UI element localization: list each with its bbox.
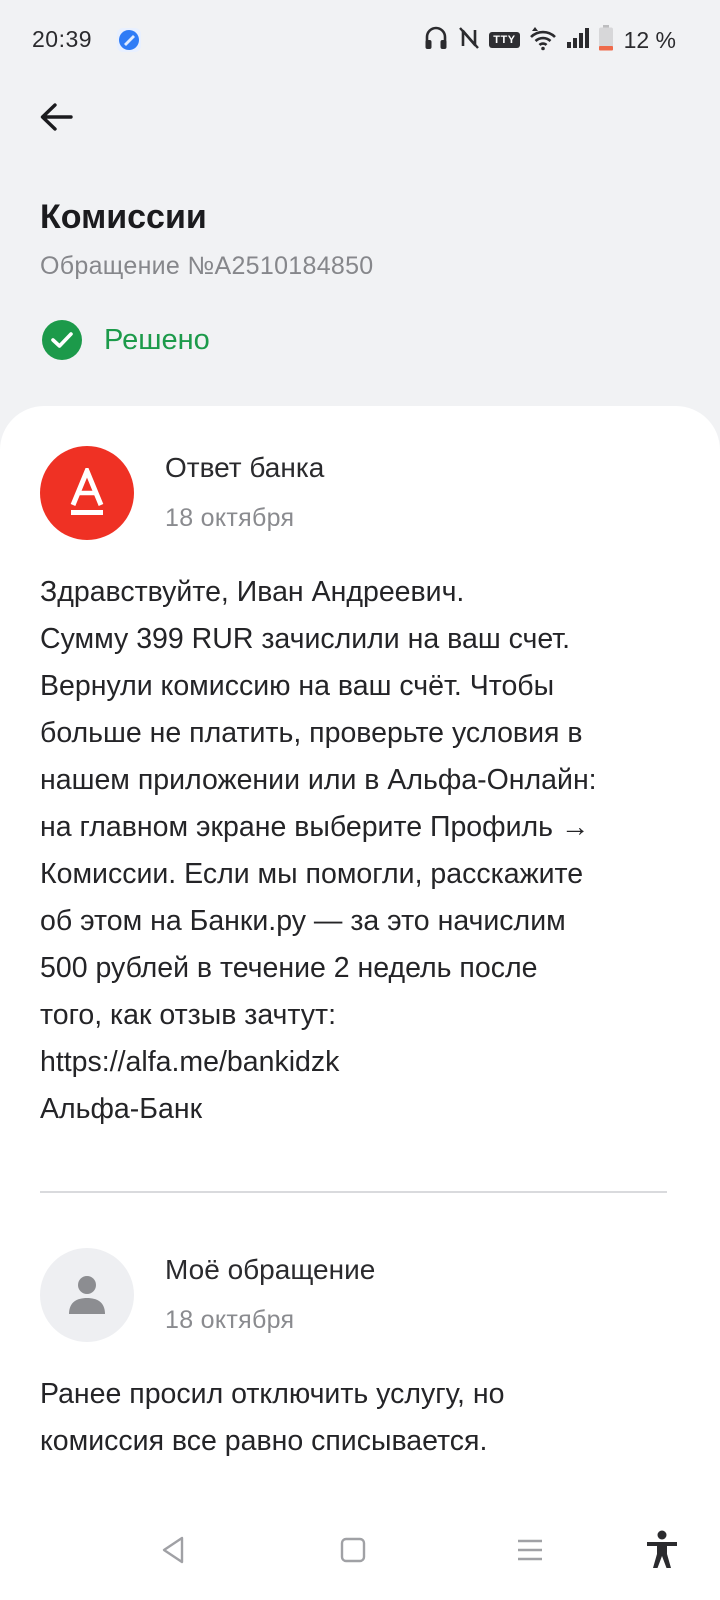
message-line: Вернули комиссию на ваш счёт. Чтобы xyxy=(40,670,555,702)
signal-icon xyxy=(566,27,590,54)
message-line: Здравствуйте, Иван Андреевич. xyxy=(40,576,465,608)
tty-icon: TTY xyxy=(489,32,520,48)
accessibility-icon xyxy=(647,1530,677,1568)
wifi-icon xyxy=(528,25,558,56)
message-line: Комиссии. Если мы помогли, расскажите xyxy=(40,858,584,890)
headphones-icon xyxy=(423,24,449,57)
accessibility-button[interactable] xyxy=(634,1522,690,1578)
message-line: больше не платить, проверьте условия в xyxy=(40,717,583,749)
message-line: комиссия все равно списывается. xyxy=(40,1425,488,1457)
nav-recents-button[interactable] xyxy=(502,1522,558,1578)
back-triangle-icon xyxy=(162,1536,184,1564)
conversation-card[interactable]: Ответ банка 18 октября Здравствуйте, Ива… xyxy=(0,406,720,1600)
resolution-status: Решено xyxy=(42,319,210,361)
person-icon xyxy=(69,1276,105,1314)
message-line: на главном экране выберите Профиль → xyxy=(40,811,590,843)
nfc-off-icon xyxy=(457,25,481,56)
message-line: об этом на Банки.ру — за это начислим xyxy=(40,905,566,937)
my-request-date: 18 октября xyxy=(165,1306,295,1334)
back-button[interactable] xyxy=(30,96,82,142)
message-link[interactable]: https://alfa.me/bankidzk xyxy=(40,1039,680,1086)
check-circle-icon xyxy=(42,320,82,360)
user-avatar xyxy=(40,1248,134,1342)
bank-reply-date: 18 октября xyxy=(165,504,295,532)
home-square-icon xyxy=(340,1537,366,1563)
status-time: 20:39 xyxy=(32,26,93,52)
page-title: Комиссии xyxy=(40,198,207,236)
message-line: Сумму 399 RUR зачислили на ваш счет. xyxy=(40,623,571,655)
status-label: Решено xyxy=(104,323,210,356)
nav-home-button[interactable] xyxy=(325,1522,381,1578)
status-icons: TTY 12 % xyxy=(423,24,676,56)
app-icon xyxy=(116,27,142,53)
menu-lines-icon xyxy=(518,1539,542,1561)
bank-logo-avatar xyxy=(40,446,134,540)
status-bar: 20:39 TTY 12 % xyxy=(0,0,720,80)
battery-icon xyxy=(598,24,614,57)
message-line: 500 рублей в течение 2 недель после xyxy=(40,952,538,984)
back-arrow-icon xyxy=(39,102,73,137)
message-line: того, как отзыв зачтут: xyxy=(40,999,336,1031)
bank-reply-text: Здравствуйте, Иван Андреевич. Сумму 399 … xyxy=(40,569,680,1133)
message-signature: Альфа-Банк xyxy=(40,1093,203,1125)
message-line: нашем приложении или в Альфа-Онлайн: xyxy=(40,764,597,796)
request-number: Обращение №A2510184850 xyxy=(40,252,374,280)
nav-back-button[interactable] xyxy=(146,1522,202,1578)
message-divider xyxy=(40,1191,667,1193)
system-nav-bar xyxy=(0,1500,720,1600)
screen: 20:39 TTY 12 % Комиссии Обращение №A2510… xyxy=(0,0,720,1600)
my-request-text: Ранее просил отключить услугу, но комисс… xyxy=(40,1371,680,1465)
battery-percent: 12 % xyxy=(623,26,676,53)
bank-reply-author: Ответ банка xyxy=(165,452,325,483)
my-request-author: Моё обращение xyxy=(165,1254,376,1285)
alfa-logo-icon xyxy=(70,468,104,515)
message-line: Ранее просил отключить услугу, но xyxy=(40,1378,505,1410)
